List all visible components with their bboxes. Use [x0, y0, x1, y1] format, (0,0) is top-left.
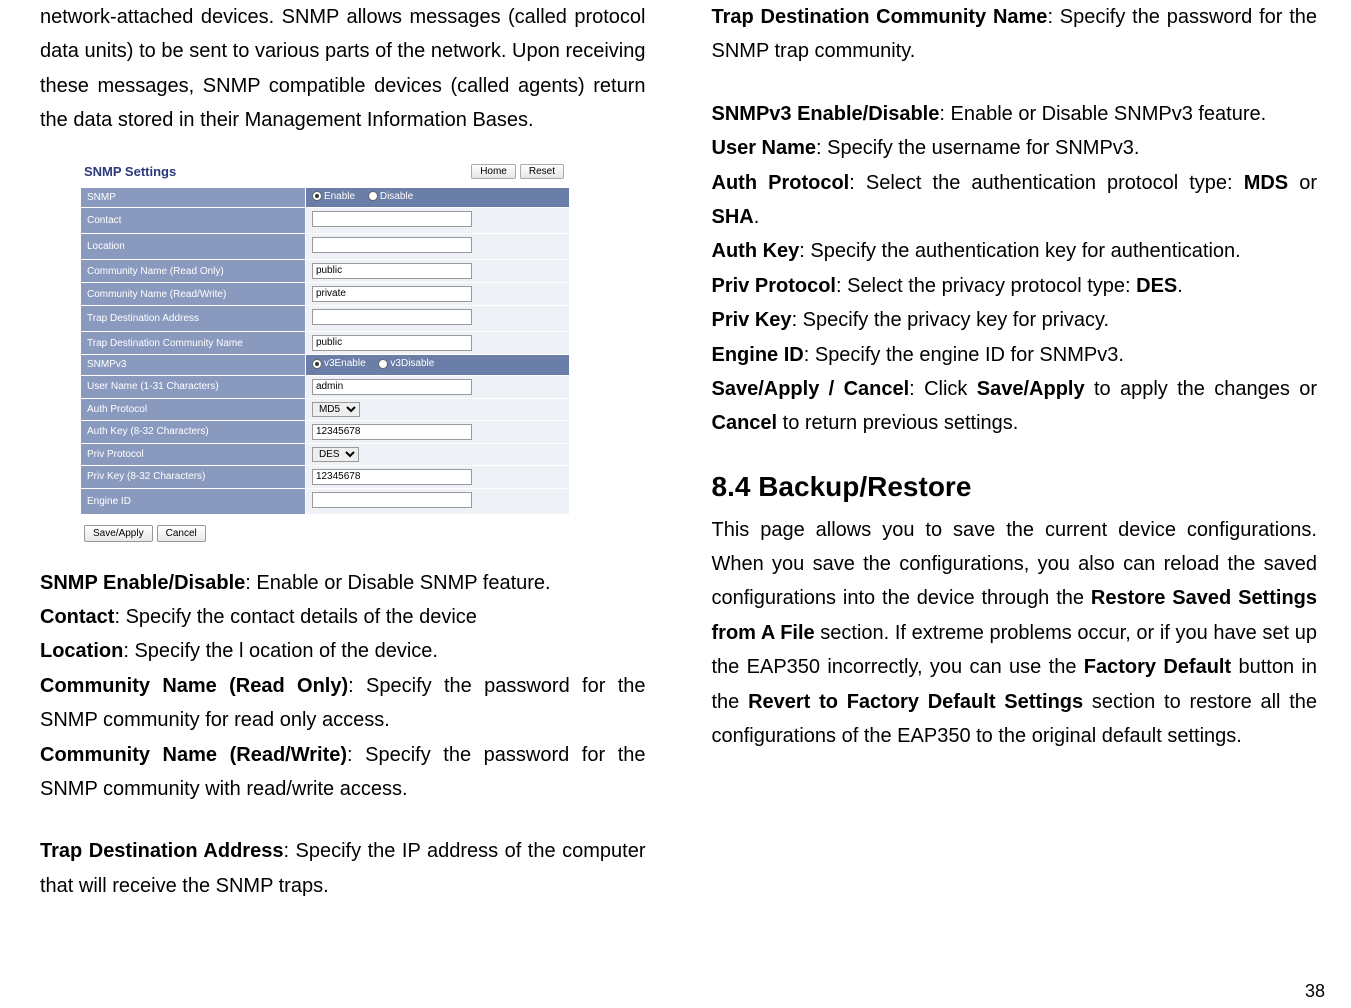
- def-authp: Auth Protocol: Select the authentication…: [712, 166, 1318, 235]
- row-user-label: User Name (1-31 Characters): [81, 375, 306, 398]
- privk-input[interactable]: 12345678: [312, 469, 472, 485]
- row-engine-label: Engine ID: [81, 488, 306, 514]
- def-authk: Auth Key: Specify the authentication key…: [712, 234, 1318, 268]
- def-engine: Engine ID: Specify the engine ID for SNM…: [712, 338, 1318, 372]
- intro-paragraph: network-attached devices. SNMP allows me…: [40, 0, 646, 138]
- row-cnrw-label: Community Name (Read/Write): [81, 283, 306, 306]
- def-privk: Priv Key: Specify the privacy key for pr…: [712, 303, 1318, 337]
- snmp-table: SNMP Enable Disable Contact Location Com…: [80, 187, 570, 515]
- row-tda-label: Trap Destination Address: [81, 306, 306, 332]
- v3enable-text: v3Enable: [324, 358, 366, 369]
- snmp-enable-radio[interactable]: Enable: [312, 191, 355, 202]
- v3disable-text: v3Disable: [390, 358, 434, 369]
- def-privp: Priv Protocol: Select the privacy protoc…: [712, 269, 1318, 303]
- disable-text: Disable: [380, 191, 413, 202]
- def-contact: Contact: Specify the contact details of …: [40, 600, 646, 634]
- snmp-disable-radio[interactable]: Disable: [368, 191, 413, 202]
- authk-input[interactable]: 12345678: [312, 424, 472, 440]
- def-tdcn: Trap Destination Community Name: Specify…: [712, 0, 1318, 69]
- row-authk-label: Auth Key (8-32 Characters): [81, 420, 306, 443]
- row-authp-label: Auth Protocol: [81, 398, 306, 420]
- row-privp-label: Priv Protocol: [81, 443, 306, 465]
- cnro-input[interactable]: public: [312, 263, 472, 279]
- def-cnrw: Community Name (Read/Write): Specify the…: [40, 738, 646, 807]
- def-save-cancel: Save/Apply / Cancel: Click Save/Apply to…: [712, 372, 1318, 441]
- engine-input[interactable]: [312, 492, 472, 508]
- user-input[interactable]: admin: [312, 379, 472, 395]
- row-cnro-label: Community Name (Read Only): [81, 260, 306, 283]
- reset-button[interactable]: Reset: [520, 164, 564, 179]
- home-button[interactable]: Home: [471, 164, 516, 179]
- v3disable-radio[interactable]: v3Disable: [378, 358, 434, 369]
- row-tdcn-label: Trap Destination Community Name: [81, 332, 306, 355]
- section-heading: 8.4 Backup/Restore: [712, 471, 1318, 503]
- section-body: This page allows you to save the current…: [712, 513, 1318, 754]
- privp-select[interactable]: DES: [312, 447, 359, 462]
- tda-input[interactable]: [312, 309, 472, 325]
- snmp-settings-panel: SNMP Settings Home Reset SNMP Enable Dis…: [80, 156, 570, 542]
- contact-input[interactable]: [312, 211, 472, 227]
- enable-text: Enable: [324, 191, 355, 202]
- cancel-button[interactable]: Cancel: [157, 525, 206, 542]
- row-location-label: Location: [81, 234, 306, 260]
- def-snmp-enable: SNMP Enable/Disable: Enable or Disable S…: [40, 566, 646, 600]
- cnrw-input[interactable]: private: [312, 286, 472, 302]
- def-username: User Name: Specify the username for SNMP…: [712, 131, 1318, 165]
- authp-select[interactable]: MD5: [312, 402, 360, 417]
- row-contact-label: Contact: [81, 208, 306, 234]
- row-privk-label: Priv Key (8-32 Characters): [81, 465, 306, 488]
- def-cnro: Community Name (Read Only): Specify the …: [40, 669, 646, 738]
- def-location: Location: Specify the l ocation of the d…: [40, 634, 646, 668]
- location-input[interactable]: [312, 237, 472, 253]
- def-snmpv3: SNMPv3 Enable/Disable: Enable or Disable…: [712, 97, 1318, 131]
- tdcn-input[interactable]: public: [312, 335, 472, 351]
- row-snmp-label: SNMP: [81, 187, 306, 208]
- v3enable-radio[interactable]: v3Enable: [312, 358, 366, 369]
- save-apply-button[interactable]: Save/Apply: [84, 525, 153, 542]
- panel-title: SNMP Settings: [84, 164, 176, 179]
- row-snmpv3-label: SNMPv3: [81, 355, 306, 376]
- page-number: 38: [1305, 981, 1325, 1002]
- def-tda: Trap Destination Address: Specify the IP…: [40, 834, 646, 903]
